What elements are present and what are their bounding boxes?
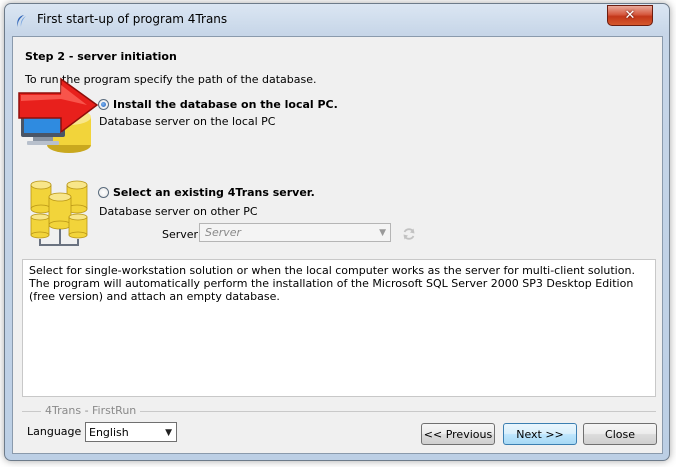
option-existing-server-label[interactable]: Select an existing 4Trans server.	[113, 186, 315, 199]
next-button[interactable]: Next >>	[503, 423, 577, 445]
option-local-install-sublabel: Database server on the local PC	[99, 115, 276, 128]
server-select-value: Server	[205, 226, 242, 239]
language-select[interactable]: English ▼	[85, 422, 177, 442]
network-databases-icon	[30, 180, 88, 246]
dialog-body: Step 2 - server initiation To run the pr…	[12, 36, 663, 454]
option-local-install[interactable]: Install the database on the local PC.	[98, 98, 338, 111]
language-select-value: English	[89, 426, 129, 439]
description-panel: Select for single-workstation solution o…	[22, 259, 656, 397]
window-close-button[interactable]: ✕	[607, 5, 653, 26]
radio-existing-server[interactable]	[98, 187, 109, 198]
previous-button[interactable]: << Previous	[421, 423, 495, 445]
server-select[interactable]: Server ▼	[199, 223, 391, 242]
refresh-icon[interactable]	[402, 227, 416, 241]
app-logo-icon	[17, 15, 26, 27]
step-title: Step 2 - server initiation	[25, 50, 177, 63]
close-icon: ✕	[624, 8, 636, 23]
chevron-down-icon: ▼	[165, 428, 172, 438]
title-bar[interactable]: First start-up of program 4Trans ✕	[5, 4, 669, 36]
option-local-install-label[interactable]: Install the database on the local PC.	[113, 98, 338, 111]
server-label: Server:	[162, 228, 202, 241]
chevron-down-icon: ▼	[379, 228, 386, 238]
option-existing-server[interactable]: Select an existing 4Trans server.	[98, 186, 315, 199]
window-title: First start-up of program 4Trans	[37, 12, 228, 26]
option-existing-server-sublabel: Database server on other PC	[99, 205, 258, 218]
pointer-arrow-icon	[18, 77, 99, 134]
description-text: Select for single-workstation solution o…	[29, 264, 635, 303]
radio-local-install[interactable]	[98, 99, 109, 110]
language-label: Language	[27, 425, 82, 438]
close-button[interactable]: Close	[583, 423, 657, 445]
app-window: First start-up of program 4Trans ✕ Step …	[4, 3, 670, 461]
footer-group-label: 4Trans - FirstRun	[41, 404, 141, 417]
